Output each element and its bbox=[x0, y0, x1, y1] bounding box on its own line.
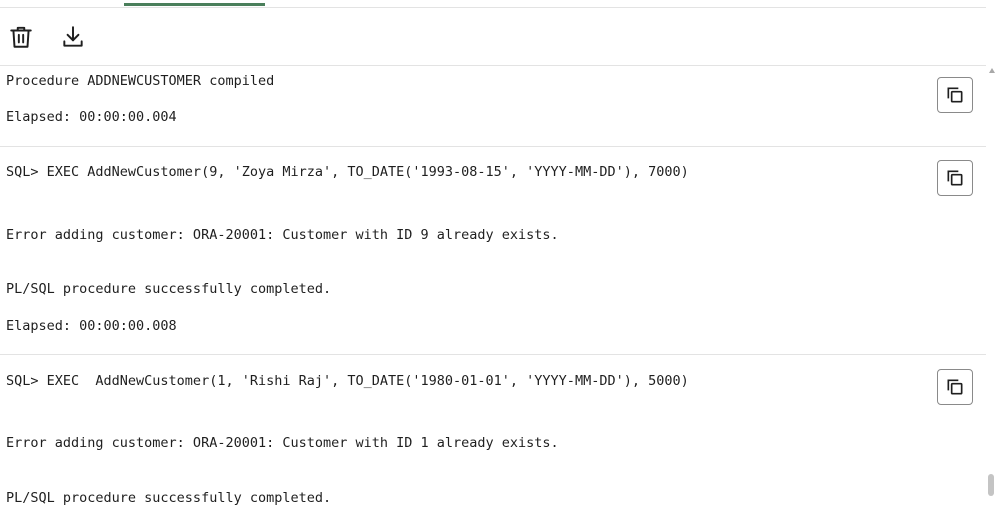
active-tab-indicator bbox=[124, 3, 265, 6]
sql-command-line: SQL> EXEC AddNewCustomer(9, 'Zoya Mirza'… bbox=[6, 164, 689, 180]
script-output-panel: Procedure ADDNEWCUSTOMER compiled Elapse… bbox=[0, 66, 986, 515]
output-toolbar bbox=[0, 8, 986, 66]
clear-output-button[interactable] bbox=[6, 22, 36, 52]
status-line: PL/SQL procedure successfully completed. bbox=[6, 281, 332, 297]
elapsed-line: Elapsed: 00:00:00.008 bbox=[6, 318, 177, 334]
download-icon bbox=[63, 26, 83, 47]
copy-button[interactable] bbox=[937, 77, 973, 113]
error-line: Error adding customer: ORA-20001: Custom… bbox=[6, 435, 559, 451]
copy-button[interactable] bbox=[937, 160, 973, 196]
vertical-scrollbar[interactable] bbox=[987, 66, 996, 515]
copy-button[interactable] bbox=[937, 369, 973, 405]
download-output-button[interactable] bbox=[58, 22, 88, 52]
copy-icon bbox=[947, 87, 963, 103]
copy-icon bbox=[947, 379, 963, 395]
output-block: Procedure ADDNEWCUSTOMER compiled Elapse… bbox=[0, 66, 986, 146]
elapsed-line: Elapsed: 00:00:00.004 bbox=[6, 109, 177, 125]
output-block: SQL> EXEC AddNewCustomer(9, 'Zoya Mirza'… bbox=[0, 146, 986, 355]
scrollbar-thumb[interactable] bbox=[988, 474, 994, 496]
tab-strip bbox=[0, 0, 986, 8]
output-block: SQL> EXEC AddNewCustomer(1, 'Rishi Raj',… bbox=[0, 354, 986, 515]
status-line: PL/SQL procedure successfully completed. bbox=[6, 490, 332, 506]
error-line: Error adding customer: ORA-20001: Custom… bbox=[6, 227, 559, 243]
scroll-up-arrow-icon[interactable] bbox=[989, 68, 995, 73]
copy-icon bbox=[947, 170, 963, 186]
output-line: Procedure ADDNEWCUSTOMER compiled bbox=[6, 73, 275, 89]
sql-command-line: SQL> EXEC AddNewCustomer(1, 'Rishi Raj',… bbox=[6, 373, 689, 389]
trash-icon bbox=[10, 26, 32, 48]
